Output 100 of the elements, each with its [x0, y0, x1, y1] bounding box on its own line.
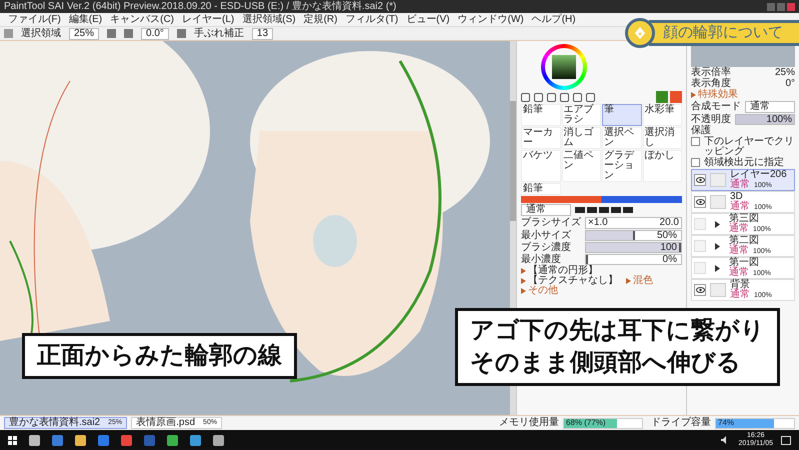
eye-icon: [696, 287, 704, 293]
effects-section[interactable]: 特殊効果: [698, 90, 738, 100]
scrollbar-thumb[interactable]: [510, 101, 516, 221]
taskbar-app-icon[interactable]: [52, 434, 63, 446]
blend-mode-dropdown[interactable]: 通常: [745, 101, 795, 113]
brush-tool[interactable]: 筆: [602, 104, 642, 126]
menu-item[interactable]: 定規(R): [304, 14, 338, 24]
brush-section[interactable]: 混色: [633, 276, 653, 286]
folder-arrow-icon[interactable]: [715, 242, 720, 250]
folder-arrow-icon[interactable]: [715, 264, 720, 272]
brush-tool[interactable]: エアブラシ: [562, 104, 601, 126]
brush-param-slider[interactable]: 100: [585, 242, 682, 253]
brush-section[interactable]: 【テクスチャなし】: [528, 276, 618, 286]
brush-param-label: 最小濃度: [521, 254, 562, 264]
brush-tool[interactable]: バケツ: [521, 150, 560, 182]
eye-icon: [696, 177, 704, 183]
layer-thumbnail: [710, 195, 726, 209]
brush-tool[interactable]: 選択消し: [642, 127, 682, 149]
stabilizer-field[interactable]: 13: [252, 28, 274, 40]
checkbox-label: 領域検出元に指定: [704, 158, 784, 168]
blend-dropdown[interactable]: 通常: [521, 204, 571, 216]
brush-tool[interactable]: 鉛筆: [521, 183, 560, 195]
color-swatch[interactable]: [656, 91, 668, 103]
menu-item[interactable]: 選択領域(S): [242, 14, 296, 24]
brush-tool[interactable]: 水彩筆: [642, 104, 682, 126]
brush-param-slider[interactable]: 0%: [585, 254, 682, 265]
opacity-label: 不透明度: [691, 114, 731, 124]
visibility-toggle[interactable]: [694, 284, 706, 296]
color-square[interactable]: [552, 55, 576, 79]
brush-param-label: 最小サイズ: [521, 230, 572, 240]
checkbox[interactable]: [691, 137, 700, 146]
brush-section[interactable]: その他: [528, 286, 558, 296]
visibility-toggle[interactable]: [694, 196, 706, 208]
layer-thumbnail: [710, 283, 726, 297]
menu-item[interactable]: ウィンドウ(W): [458, 14, 524, 24]
layer-name: 第二図: [729, 236, 760, 246]
minimize-button[interactable]: [767, 2, 775, 10]
view-angle-value[interactable]: 0°: [785, 79, 795, 89]
eye-icon: [696, 199, 704, 205]
brush-param-label: ブラシサイズ: [521, 218, 581, 228]
zoom-out-button[interactable]: [107, 29, 116, 38]
zoom-field[interactable]: 25%: [69, 28, 100, 40]
brush-shape-icons: [575, 207, 633, 213]
brush-tool[interactable]: マーカー: [521, 127, 560, 149]
layer-mode: 通常: [729, 246, 749, 256]
close-button[interactable]: [787, 2, 795, 10]
menu-item[interactable]: 編集(E): [68, 14, 102, 24]
folder-arrow-icon[interactable]: [715, 220, 720, 228]
status-label: メモリ使用量: [499, 418, 559, 428]
size-multiplier: ×1.0: [588, 218, 608, 228]
checkbox-label: 下のレイヤーでクリッピング: [704, 137, 795, 157]
opacity-reading: 100%: [766, 114, 793, 124]
layer-mode: 通常: [730, 202, 750, 212]
taskbar-app-icon[interactable]: [213, 434, 224, 446]
menu-item[interactable]: フィルタ(T): [345, 14, 398, 24]
caption-text: そのまま側頭部へ伸びる: [470, 348, 742, 378]
menu-item[interactable]: キャンバス(C): [110, 14, 174, 24]
menu-item[interactable]: レイヤー(L): [182, 14, 234, 24]
brush-param-slider[interactable]: 50%: [585, 230, 682, 241]
checkbox[interactable]: [691, 158, 700, 167]
angle-field[interactable]: 0.0°: [141, 28, 169, 40]
brush-tool[interactable]: ぼかし: [642, 150, 682, 182]
document-name: 表情原画.psd: [136, 418, 196, 428]
brush-tool[interactable]: 二値ペン: [562, 150, 601, 182]
taskbar-app-icon[interactable]: [167, 434, 178, 446]
windows-start-icon[interactable]: [8, 436, 17, 444]
view-zoom-value[interactable]: 25%: [774, 68, 795, 78]
taskbar-app-icon[interactable]: [121, 434, 132, 446]
taskbar-app-icon[interactable]: [190, 434, 201, 446]
opacity-slider[interactable]: 100%: [735, 114, 795, 125]
view-zoom-label: 表示倍率: [691, 68, 731, 78]
brush-section[interactable]: 【通常の円形】: [528, 266, 598, 276]
taskbar-app-icon[interactable]: [75, 434, 86, 446]
maximize-button[interactable]: [777, 2, 785, 10]
status-label: ドライブ容量: [651, 418, 711, 428]
taskbar-app-icon[interactable]: [29, 434, 40, 446]
brush-tool[interactable]: 消しゴム: [562, 127, 601, 149]
expand-arrow-icon[interactable]: [691, 92, 696, 98]
notification-icon[interactable]: [781, 436, 791, 444]
layer-name: 背景: [730, 280, 751, 290]
window-title: PaintTool SAI Ver.2 (64bit) Preview.2018.09.20 - ESD-USB (E:) / 豊かな表情資料.sai2 (*): [4, 0, 396, 12]
menu-item[interactable]: ヘルプ(H): [532, 14, 576, 24]
menu-item[interactable]: ファイル(F): [8, 14, 61, 24]
slider-reading: 50%: [656, 230, 677, 240]
rotate-button[interactable]: [176, 29, 186, 38]
color-swatch[interactable]: [670, 91, 682, 103]
meter-reading: 68% (77%): [565, 417, 606, 429]
menu-item[interactable]: ビュー(V): [406, 14, 450, 24]
layer-name: 第三図: [729, 214, 760, 224]
expand-arrow-icon[interactable]: [626, 278, 631, 284]
slider-reading: 100: [660, 242, 677, 252]
brush-tool[interactable]: グラデーション: [602, 150, 642, 182]
brush-tool[interactable]: 鉛筆: [521, 104, 560, 126]
brush-size-field[interactable]: ×1.0 20.0: [585, 217, 682, 229]
taskbar-app-icon[interactable]: [98, 434, 109, 446]
zoom-in-button[interactable]: [124, 29, 134, 38]
brush-tool[interactable]: 選択ペン: [602, 127, 642, 149]
color-wheel[interactable]: [541, 44, 587, 90]
layer-mode: 通常: [729, 224, 749, 234]
visibility-toggle[interactable]: [694, 174, 706, 186]
